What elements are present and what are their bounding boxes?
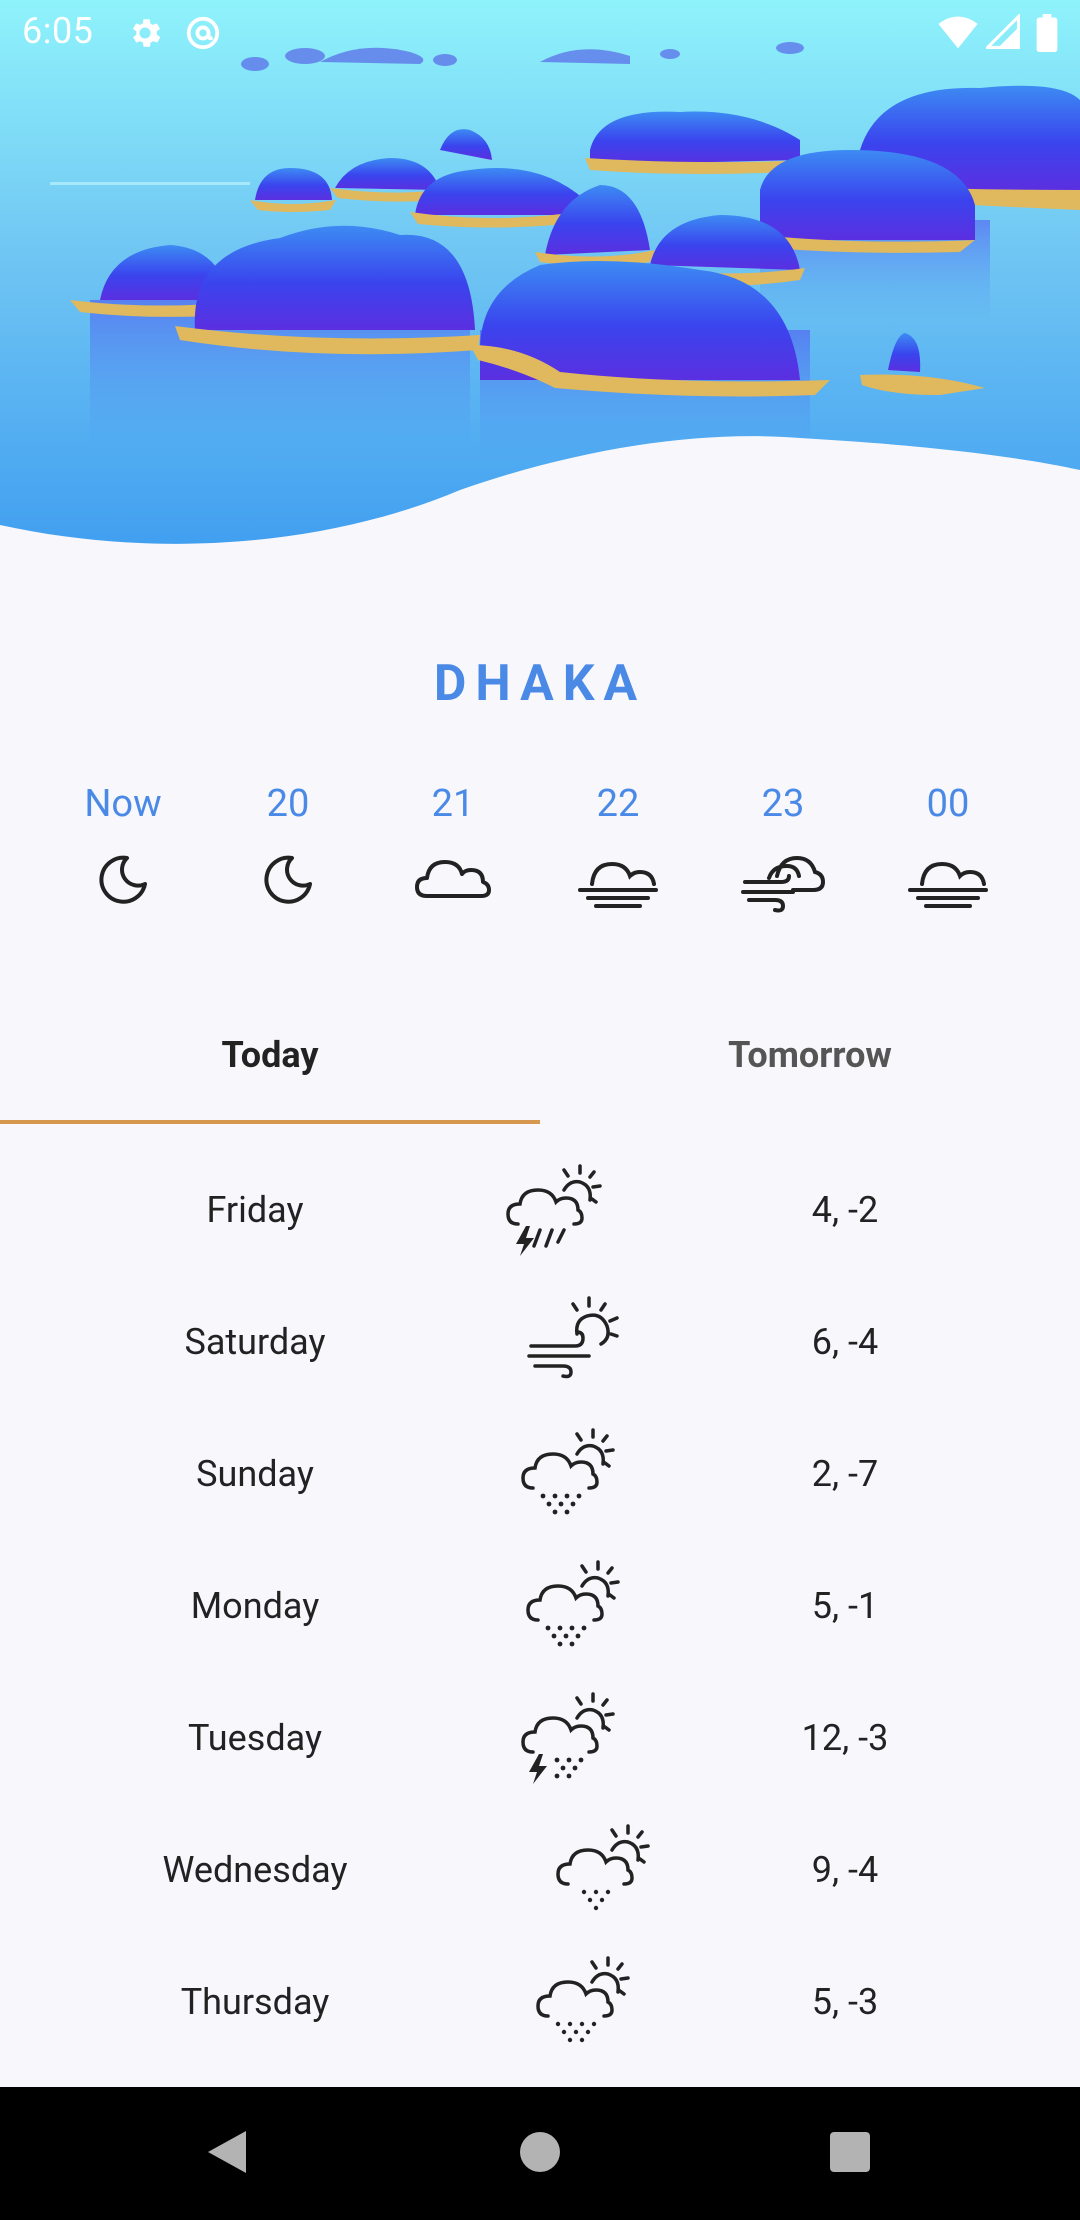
battery-icon (1036, 14, 1058, 56)
tab-tomorrow[interactable]: Tomorrow (540, 1020, 1080, 1120)
fog-cloud-icon (908, 861, 988, 908)
hour-label: Now (84, 782, 162, 826)
day-temp: 6, -4 (811, 1321, 879, 1363)
status-time: 6:05 (22, 10, 94, 52)
list-item[interactable]: Saturday 6, -4 (0, 1276, 1080, 1408)
thunder-rain-sun-icon (506, 1164, 602, 1256)
tab-today[interactable]: Today (0, 1020, 540, 1120)
list-item[interactable]: Tuesday 12, -3 (0, 1672, 1080, 1804)
list-item[interactable]: Thursday 5, -3 (0, 1936, 1080, 2068)
wind-sun-icon (527, 1296, 619, 1379)
moon-icon (99, 855, 147, 904)
back-icon[interactable] (202, 2127, 252, 2177)
day-temp: 4, -2 (811, 1189, 879, 1231)
thunder-rain-sun-icon (521, 1692, 615, 1784)
hero-illustration (0, 0, 1080, 560)
list-item[interactable]: Sunday 2, -7 (0, 1408, 1080, 1540)
hour-item[interactable]: 21 (373, 778, 533, 908)
day-temp: 9, -4 (811, 1849, 879, 1891)
list-item[interactable]: Wednesday 9, -4 (0, 1804, 1080, 1936)
hour-item[interactable]: Now (43, 778, 203, 908)
home-icon[interactable] (518, 2127, 562, 2177)
day-name: Saturday (184, 1321, 326, 1363)
hour-label: 20 (266, 782, 310, 826)
day-temp: 2, -7 (811, 1453, 879, 1495)
gear-icon (126, 14, 164, 56)
floating-islands-illustration (0, 0, 1080, 560)
rain-sun-icon (521, 1428, 615, 1515)
at-sign-icon (184, 14, 222, 56)
fog-cloud-icon (578, 861, 658, 908)
hour-item[interactable]: 22 (538, 778, 698, 912)
day-temp: 12, -3 (801, 1717, 889, 1759)
hour-label: 00 (926, 782, 970, 826)
signal-icon (983, 12, 1020, 54)
list-item[interactable]: Monday 5, -1 (0, 1540, 1080, 1672)
moon-icon (264, 855, 312, 904)
hour-label: 21 (431, 782, 475, 826)
recents-icon[interactable] (828, 2127, 872, 2177)
city-name: DHAKA (433, 655, 647, 713)
hour-label: 23 (761, 782, 805, 826)
day-temp: 5, -3 (811, 1981, 879, 2023)
day-name: Monday (190, 1585, 320, 1627)
list-item[interactable]: Friday 4, -2 (0, 1144, 1080, 1276)
status-bar: 6:05 (0, 0, 1080, 66)
day-name: Wednesday (162, 1849, 348, 1891)
system-nav-bar (0, 2087, 1080, 2220)
cloud-icon (415, 860, 491, 898)
wind-cloudy-icon (741, 855, 826, 913)
wifi-icon (938, 14, 978, 54)
tab-indicator (0, 1120, 540, 1124)
rain-sun-icon (526, 1560, 620, 1647)
day-name: Tuesday (188, 1717, 322, 1759)
day-name: Friday (206, 1189, 304, 1231)
day-temp: 5, -1 (811, 1585, 879, 1627)
hour-item[interactable]: 23 (703, 778, 863, 914)
day-name: Thursday (180, 1981, 330, 2023)
day-name: Sunday (196, 1453, 314, 1495)
hour-item[interactable]: 00 (868, 778, 1028, 912)
hour-item[interactable]: 20 (208, 778, 368, 908)
rain-sun-icon (556, 1824, 650, 1911)
hour-label: 22 (596, 782, 640, 826)
rain-sun-icon (536, 1956, 630, 2043)
